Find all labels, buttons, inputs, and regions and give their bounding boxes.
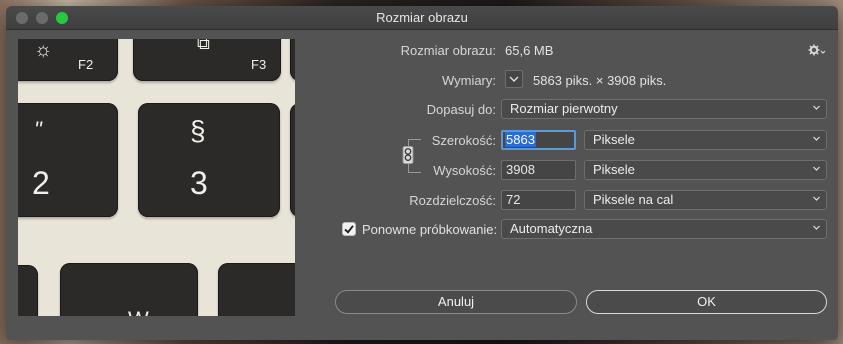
width-input[interactable]: 5863	[501, 130, 576, 150]
height-input[interactable]: 3908	[501, 160, 576, 180]
chevron-down-icon	[813, 225, 820, 230]
chevron-down-icon	[813, 136, 820, 141]
width-label: Szerokość:	[431, 133, 496, 148]
chevron-down-icon	[813, 105, 820, 110]
ok-button[interactable]: OK	[586, 290, 827, 314]
width-unit-select[interactable]: Piksele	[584, 130, 827, 150]
image-size-value: 65,6 MB	[505, 43, 554, 58]
resolution-input[interactable]: 72	[501, 190, 576, 210]
brightness-icon: ☼	[34, 39, 53, 61]
height-unit-select[interactable]: Piksele	[584, 160, 827, 180]
dimensions-label: Wymiary:	[441, 73, 496, 88]
height-unit-value: Piksele	[593, 162, 635, 177]
resample-label: Ponowne próbkowanie:	[362, 222, 498, 237]
resolution-label: Rozdzielczość:	[409, 193, 496, 208]
image-preview[interactable]: ☼ F2 ⧉ F3 " 2 § 3 W	[18, 39, 295, 316]
resample-method-select[interactable]: Automatyczna	[501, 219, 827, 239]
resample-method-value: Automatyczna	[510, 221, 593, 236]
key-w: W	[128, 263, 295, 316]
resample-checkbox[interactable]	[342, 222, 356, 236]
fit-to-select[interactable]: Rozmiar pierwotny	[501, 99, 827, 119]
key-2-top-label: "	[34, 117, 42, 142]
cancel-button[interactable]: Anuluj	[335, 290, 577, 314]
chevron-down-icon	[509, 76, 519, 82]
fit-to-label: Dopasuj do:	[426, 102, 496, 117]
image-size-label: Rozmiar obrazu:	[400, 43, 496, 58]
width-unit-value: Piksele	[593, 132, 635, 147]
key-2: " 2	[18, 103, 118, 217]
window-title: Rozmiar obrazu	[376, 10, 468, 25]
key-3: § 3	[138, 103, 280, 217]
checkmark-icon	[344, 225, 354, 234]
title-bar: Rozmiar obrazu	[6, 6, 838, 30]
key-2-label: 2	[32, 165, 50, 201]
key-edge-2	[290, 103, 295, 217]
resolution-unit-value: Piksele na cal	[593, 192, 674, 207]
dimensions-unit-dropdown[interactable]	[505, 70, 523, 88]
key-edge	[290, 39, 295, 81]
fit-to-value: Rozmiar pierwotny	[510, 101, 618, 116]
key-3-label: 3	[190, 165, 208, 201]
height-input-value: 3908	[506, 162, 535, 177]
resolution-unit-select[interactable]: Piksele na cal	[584, 190, 827, 210]
chevron-down-icon	[813, 166, 820, 171]
key-f3: ⧉ F3	[133, 39, 281, 81]
key-3-top-label: §	[190, 115, 206, 146]
chain-link-icon[interactable]	[402, 146, 414, 164]
key-f2: ☼ F2	[18, 39, 118, 81]
key-tab-edge	[18, 265, 38, 316]
width-input-value: 5863	[505, 132, 536, 147]
image-size-dialog: Rozmiar obrazu ☼ F2 ⧉ F3 " 2 § 3 W	[6, 6, 838, 340]
settings-gear-icon[interactable]	[808, 44, 826, 56]
chevron-down-icon	[813, 196, 820, 201]
key-f2-label: F2	[78, 57, 94, 72]
key-w-label: W	[128, 307, 149, 316]
dimensions-value: 5863 piks. × 3908 piks.	[533, 73, 667, 88]
height-label: Wysokość:	[433, 163, 496, 178]
key-f3-label: F3	[251, 57, 267, 72]
resolution-input-value: 72	[506, 192, 521, 207]
mission-control-icon: ⧉	[197, 39, 210, 53]
